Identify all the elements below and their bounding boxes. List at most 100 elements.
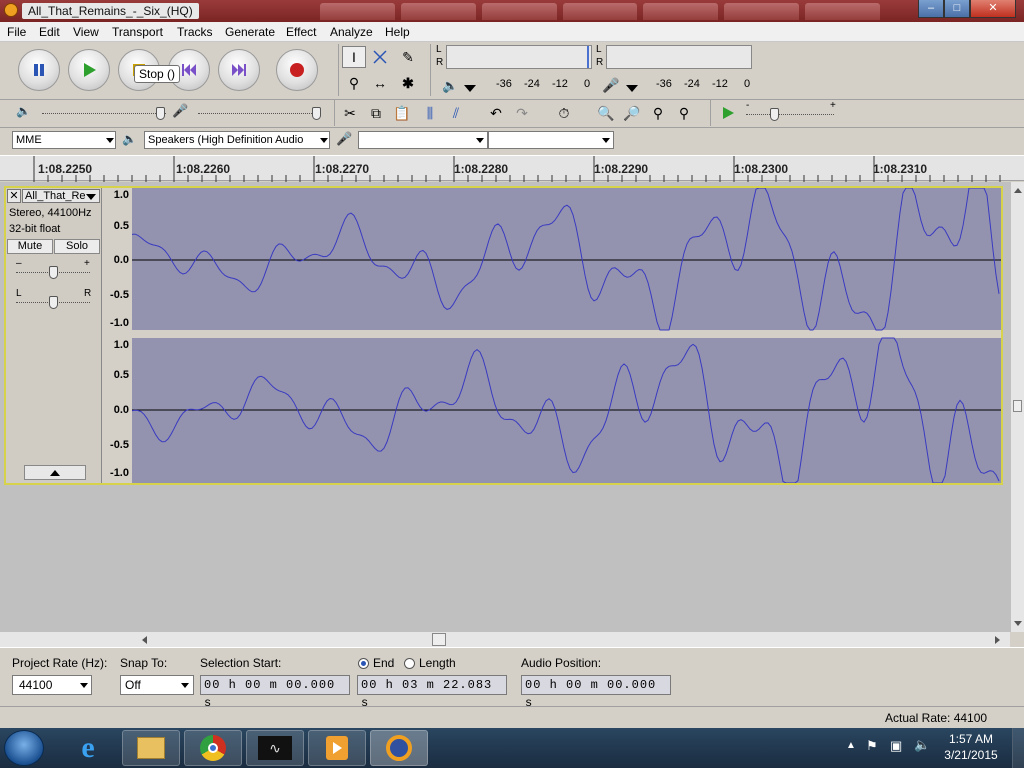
audio-track[interactable]: ✕ All_That_Re Stereo, 44100Hz 32-bit flo…	[4, 186, 1003, 485]
input-channels-select[interactable]	[488, 131, 614, 149]
play-button[interactable]	[68, 49, 110, 91]
rec-scale-12: -12	[712, 78, 728, 90]
input-device-select[interactable]	[358, 131, 488, 149]
timeline-ruler[interactable]: 1:08.2250 1:08.2260 1:08.2270 1:08.2280 …	[0, 155, 1024, 182]
end-radio[interactable]	[358, 658, 369, 669]
menu-file[interactable]: File	[7, 25, 26, 39]
play-at-speed-button[interactable]	[716, 102, 740, 124]
toolbar-separator	[0, 127, 1024, 128]
mute-button[interactable]: Mute	[7, 239, 53, 254]
trim-icon[interactable]: ⫼	[418, 102, 442, 124]
audio-position-field[interactable]: 00 h 00 m 00.000 s	[521, 675, 671, 710]
taskbar-explorer-icon[interactable]	[122, 730, 180, 766]
collapse-track-button[interactable]	[24, 465, 86, 480]
pan-left-label: L	[16, 288, 22, 299]
taskbar-chrome-icon[interactable]	[184, 730, 242, 766]
toolbar-separator	[710, 100, 711, 126]
undo-icon[interactable]: ↶	[484, 102, 508, 124]
clock[interactable]: 1:57 AM 3/21/2015	[936, 732, 1006, 762]
skip-end-button[interactable]	[218, 49, 260, 91]
menu-help[interactable]: Help	[385, 25, 410, 39]
waveform-display[interactable]	[132, 188, 1001, 483]
redo-icon[interactable]: ↷	[510, 102, 534, 124]
speed-slider[interactable]	[770, 108, 779, 121]
status-bar: Actual Rate: 44100	[0, 706, 1024, 728]
gain-slider[interactable]	[49, 266, 58, 279]
stop-tooltip: Stop ()	[134, 65, 181, 83]
track-name: All_That_Re	[25, 190, 86, 202]
track-name-menu[interactable]: All_That_Re	[22, 189, 100, 203]
host-select[interactable]: MME	[12, 131, 116, 149]
horizontal-scroll-thumb[interactable]	[432, 633, 446, 646]
toolbar-area: Stop () I ✎ ⚲ ↔ ✱ L R L R 🔈 -36 -24 -12 …	[0, 42, 1024, 154]
rec-scale-24: -24	[684, 78, 700, 90]
output-volume-slider[interactable]	[156, 107, 165, 120]
maximize-button[interactable]: □	[944, 0, 970, 18]
paste-icon[interactable]: 📋	[390, 102, 414, 124]
menu-edit[interactable]: Edit	[39, 25, 60, 39]
vertical-scrollbar[interactable]	[1010, 182, 1024, 632]
sync-lock-icon[interactable]: ⏱	[552, 102, 576, 124]
start-button[interactable]	[4, 730, 44, 766]
scale-label: -1.0	[110, 467, 129, 479]
silence-icon[interactable]: ⫽	[444, 102, 468, 124]
close-button[interactable]: ✕	[970, 0, 1016, 18]
selection-tool-icon[interactable]: I	[342, 46, 366, 68]
scroll-thumb[interactable]	[1013, 400, 1022, 412]
copy-icon[interactable]: ⧉	[364, 102, 388, 124]
envelope-tool-icon[interactable]	[368, 46, 392, 68]
selection-end-field[interactable]: 00 h 03 m 22.083 s	[357, 675, 507, 710]
timeshift-tool-icon[interactable]: ↔	[368, 72, 392, 94]
pause-button[interactable]	[18, 49, 60, 91]
record-button[interactable]	[276, 49, 318, 91]
taskbar-audio-app-icon[interactable]: ∿	[246, 730, 304, 766]
input-select-arrow	[476, 138, 484, 143]
menu-transport[interactable]: Transport	[112, 25, 163, 39]
show-desktop-button[interactable]	[1012, 728, 1024, 768]
zoom-tool-icon[interactable]: ⚲	[342, 72, 366, 94]
tray-arrow-icon[interactable]: ▲	[846, 740, 856, 751]
tray-flag-icon[interactable]: ⚑	[866, 738, 878, 754]
menu-generate[interactable]: Generate	[225, 25, 275, 39]
menu-view[interactable]: View	[73, 25, 99, 39]
recording-meter[interactable]	[606, 45, 752, 69]
rec-meter-L: L	[596, 44, 602, 55]
output-volume-icon: 🔈	[16, 104, 31, 118]
play-scale-0: 0	[584, 78, 591, 90]
solo-button[interactable]: Solo	[54, 239, 100, 254]
tray-network-icon[interactable]: ▣	[890, 738, 902, 754]
pan-slider[interactable]	[49, 296, 58, 309]
ie-icon[interactable]: e	[70, 732, 106, 764]
zoom-out-icon[interactable]: 🔎	[620, 102, 644, 124]
scroll-left-arrow[interactable]	[142, 636, 147, 644]
taskbar-media-icon[interactable]	[308, 730, 366, 766]
scale-label: -1.0	[110, 317, 129, 329]
menu-analyze[interactable]: Analyze	[330, 25, 373, 39]
menu-tracks[interactable]: Tracks	[177, 25, 213, 39]
play-meter-dropdown[interactable]	[464, 85, 476, 92]
rec-meter-dropdown[interactable]	[626, 85, 638, 92]
fit-project-icon[interactable]: ⚲	[672, 102, 696, 124]
vertical-scale[interactable]: 1.0 0.5 0.0 -0.5 -1.0 1.0 0.5 0.0 -0.5 -…	[103, 188, 131, 483]
track-close-button[interactable]: ✕	[7, 189, 21, 203]
horizontal-scrollbar[interactable]	[0, 631, 1010, 647]
input-volume-slider[interactable]	[312, 107, 321, 120]
zoom-in-icon[interactable]: 🔍	[594, 102, 618, 124]
output-device-select[interactable]: Speakers (High Definition Audio	[144, 131, 330, 149]
length-radio[interactable]	[404, 658, 415, 669]
tray-volume-icon[interactable]: 🔈	[914, 737, 930, 753]
draw-tool-icon[interactable]: ✎	[396, 46, 420, 68]
fit-selection-icon[interactable]: ⚲	[646, 102, 670, 124]
scroll-down-arrow[interactable]	[1014, 621, 1022, 626]
selection-start-field[interactable]: 00 h 00 m 00.000 s	[200, 675, 350, 710]
scroll-up-arrow[interactable]	[1014, 188, 1022, 193]
minimize-button[interactable]: –	[918, 0, 944, 18]
multi-tool-icon[interactable]: ✱	[396, 72, 420, 94]
menu-effect[interactable]: Effect	[286, 25, 316, 39]
toolbar-separator	[338, 44, 339, 96]
cut-icon[interactable]: ✂	[338, 102, 362, 124]
playback-meter[interactable]	[446, 45, 592, 69]
scroll-right-arrow[interactable]	[995, 636, 1000, 644]
actual-rate: Actual Rate: 44100	[885, 711, 988, 725]
taskbar-audacity-icon[interactable]	[370, 730, 428, 766]
